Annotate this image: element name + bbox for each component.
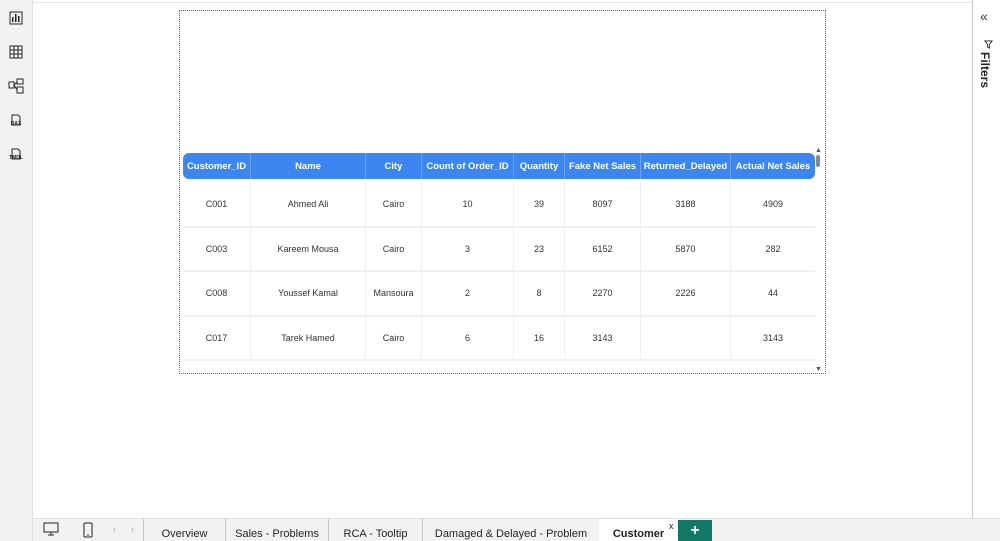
table-cell: Kareem Mousa — [251, 227, 366, 270]
add-page-button[interactable]: + — [678, 520, 712, 541]
table-row[interactable]: C001 Ahmed Ali Cairo 10 39 8097 3188 490… — [183, 183, 815, 228]
report-view-icon[interactable] — [7, 9, 25, 27]
table-view-icon[interactable] — [7, 43, 25, 61]
tab-sales-problems[interactable]: Sales - Problems — [225, 519, 328, 541]
dax-query-icon[interactable]: DAX — [7, 111, 25, 129]
table-cell: Tarek Hamed — [251, 316, 366, 359]
tab-customer[interactable]: Customer — [599, 519, 678, 541]
table-cell: 23 — [514, 227, 565, 270]
double-chevron-left-icon[interactable]: « — [980, 9, 988, 23]
previous-page-icon[interactable]: ‹ — [113, 524, 116, 534]
column-header[interactable]: Name — [251, 153, 366, 179]
table-cell: C008 — [183, 272, 251, 315]
table-cell: 8 — [514, 272, 565, 315]
dax-label: DAX — [10, 120, 22, 127]
table-cell: Cairo — [366, 227, 422, 270]
top-strip — [0, 0, 1000, 3]
table-row[interactable]: C008 Youssef Kamal Mansoura 2 8 2270 222… — [183, 272, 815, 317]
table-cell: Cairo — [366, 183, 422, 226]
desktop-layout-icon[interactable] — [43, 522, 59, 541]
filters-label[interactable]: Filters — [978, 52, 992, 88]
table-cell: 3188 — [641, 183, 731, 226]
table-header: Customer_ID Name City Count of Order_ID … — [183, 153, 815, 179]
column-header[interactable]: Count of Order_ID — [422, 153, 514, 179]
table-cell: C003 — [183, 227, 251, 270]
tab-damaged-delayed-problem[interactable]: Damaged & Delayed - Problem — [422, 519, 599, 541]
scrollbar-thumb[interactable] — [816, 155, 820, 167]
table-row[interactable]: C003 Kareem Mousa Cairo 3 23 6152 5870 2… — [183, 227, 815, 272]
table-cell: C001 — [183, 183, 251, 226]
page-tab-bar: ‹ › Overview Sales - Problems RCA - Tool… — [33, 518, 1000, 541]
table-cell: 10 — [422, 183, 514, 226]
table-cell: Youssef Kamal — [251, 272, 366, 315]
table-cell: Cairo — [366, 316, 422, 359]
table-cell — [641, 316, 731, 359]
table-visual[interactable]: Customer_ID Name City Count of Order_ID … — [179, 10, 826, 374]
mobile-layout-icon[interactable] — [83, 522, 93, 541]
table-cell: 6152 — [565, 227, 641, 270]
table-body: C001 Ahmed Ali Cairo 10 39 8097 3188 490… — [183, 183, 815, 361]
table-cell: 2226 — [641, 272, 731, 315]
tab-rca-tooltip[interactable]: RCA - Tooltip — [328, 519, 422, 541]
column-header[interactable]: Customer_ID — [183, 153, 251, 179]
table-cell: 3143 — [762, 332, 784, 343]
table-cell: Mansoura — [366, 272, 422, 315]
table-cell: 4909 — [762, 199, 784, 210]
table-cell: 282 — [765, 243, 781, 254]
table-cell: 3 — [422, 227, 514, 270]
table-cell: 5870 — [641, 227, 731, 270]
power-bi-report-editor: DAX TMDL Customer_ID Name City Count of … — [0, 0, 1000, 541]
scroll-up-icon[interactable]: ▲ — [815, 147, 822, 154]
column-header[interactable]: Fake Net Sales — [565, 153, 641, 179]
table-row[interactable]: C017 Tarek Hamed Cairo 6 16 3143 3143 — [183, 316, 815, 361]
tab-overview[interactable]: Overview — [143, 519, 225, 541]
view-rail: DAX TMDL — [0, 0, 33, 541]
column-header[interactable]: Quantity — [514, 153, 565, 179]
table-cell: 8097 — [565, 183, 641, 226]
close-tab-icon[interactable]: x — [669, 521, 674, 531]
table-cell: 2270 — [565, 272, 641, 315]
next-page-icon[interactable]: › — [131, 524, 134, 534]
scroll-down-icon[interactable]: ▼ — [815, 366, 822, 373]
table-cell: 3143 — [565, 316, 641, 359]
tmdl-view-icon[interactable]: TMDL — [7, 145, 25, 163]
tab-customer-label: Customer — [612, 528, 665, 540]
tmdl-label: TMDL — [9, 154, 23, 161]
table-container: Customer_ID Name City Count of Order_ID … — [183, 153, 815, 371]
filters-pane[interactable]: « Filters — [972, 0, 1000, 518]
table-cell: 6 — [422, 316, 514, 359]
table-cell: 39 — [514, 183, 565, 226]
column-header[interactable]: Returned_Delayed — [641, 153, 731, 179]
column-header[interactable]: City — [366, 153, 422, 179]
table-cell: C017 — [183, 316, 251, 359]
table-cell: 44 — [767, 288, 778, 299]
table-cell: Ahmed Ali — [251, 183, 366, 226]
table-cell: 16 — [514, 316, 565, 359]
table-scrollbar[interactable]: ▲ ▼ — [814, 147, 822, 373]
column-header[interactable]: Actual Net Sales — [731, 153, 815, 179]
table-cell: 2 — [422, 272, 514, 315]
model-view-icon[interactable] — [7, 77, 25, 95]
